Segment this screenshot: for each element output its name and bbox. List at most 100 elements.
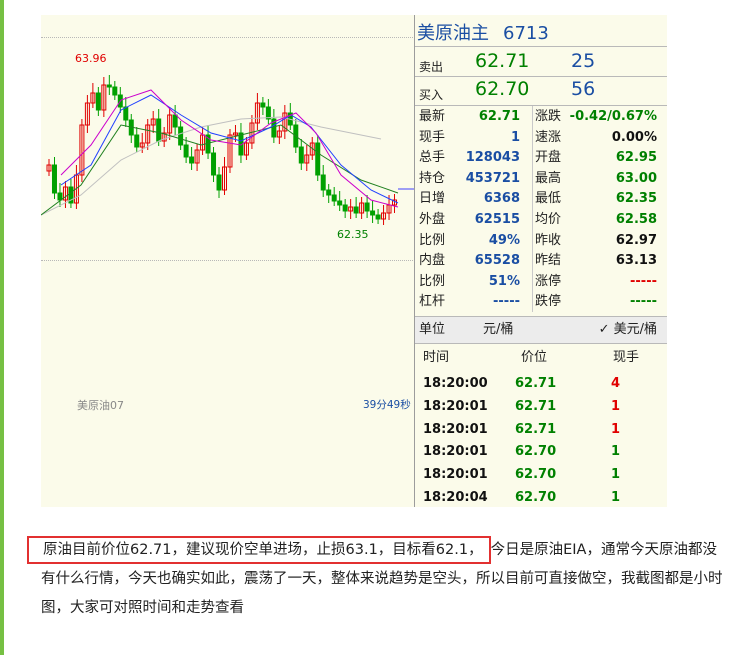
candle-body xyxy=(298,146,304,164)
buy-row[interactable]: 买入 62.70 56 xyxy=(415,77,667,103)
candle-body xyxy=(172,114,178,128)
candle-body xyxy=(342,204,348,212)
tick-header-qty: 现手 xyxy=(613,350,640,365)
candle-body xyxy=(326,189,332,196)
quote-stat-row: 杠杆 ----- 跌停 ----- xyxy=(415,291,667,313)
tick-time: 18:20:04 xyxy=(423,490,488,505)
candle-body xyxy=(178,126,184,146)
stat-value-right: ----- xyxy=(630,273,657,289)
grid-line xyxy=(41,260,415,261)
candle-body xyxy=(57,192,63,201)
stat-value: 128043 xyxy=(465,150,520,166)
candle-body xyxy=(353,206,359,214)
quote-stat-row: 现手 1 速涨 0.00% xyxy=(415,127,667,149)
stat-label: 最新 xyxy=(419,109,446,124)
candlestick-chart: 63.96 62.35 美原油07 39分49秒 xyxy=(41,15,415,435)
sell-label: 卖出 xyxy=(419,60,444,74)
instrument-code: 6713 xyxy=(503,23,549,44)
stat-value-right: 62.58 xyxy=(615,212,657,227)
candle-body xyxy=(123,106,129,121)
high-price-label: 63.96 xyxy=(75,52,107,65)
stat-label: 持仓 xyxy=(419,170,446,186)
tick-price: 62.70 xyxy=(515,490,557,505)
quote-panel: 美原油主 6713 卖出 62.71 25 买入 62.70 56 最新 62.71… xyxy=(415,15,667,507)
tick-header-time: 时间 xyxy=(423,350,450,365)
tick-row: 18:20:01 62.70 1 xyxy=(415,463,667,486)
stat-label-right: 速涨 xyxy=(535,129,562,145)
candle-body xyxy=(95,92,101,111)
tick-qty: 1 xyxy=(611,467,621,483)
stat-label-right: 开盘 xyxy=(535,150,562,166)
stat-value: 1 xyxy=(510,129,520,145)
tick-row: 18:20:01 62.70 1 xyxy=(415,440,667,463)
candle-body xyxy=(331,194,337,202)
candle-body xyxy=(320,174,326,191)
stat-value: 65528 xyxy=(474,253,520,269)
quote-stat-row: 内盘 65528 昨结 63.13 xyxy=(415,250,667,272)
stat-label-right: 最高 xyxy=(535,170,562,186)
tick-time: 18:20:01 xyxy=(423,444,488,460)
article-text: 原油目前价位62.71，建议现价空单进场，止损63.1，目标看62.1， 今日是原… xyxy=(27,536,731,623)
buy-volume: 56 xyxy=(571,78,596,100)
tick-price: 62.70 xyxy=(515,444,557,460)
stat-value: 62.71 xyxy=(478,109,520,124)
quote-title: 美原油主 6713 xyxy=(417,19,549,45)
tick-time: 18:20:01 xyxy=(423,467,488,483)
candle-body xyxy=(183,144,189,158)
candle-body xyxy=(375,214,381,220)
unit-label: 单位 xyxy=(419,322,446,337)
tick-price: 62.71 xyxy=(515,376,557,391)
stat-value-right: 62.97 xyxy=(615,232,657,248)
stat-label: 日增 xyxy=(419,191,446,207)
stat-value-right: -0.42/0.67% xyxy=(569,109,657,124)
instrument-name: 美原油主 xyxy=(417,23,489,44)
candle-body xyxy=(189,156,195,164)
tick-header: 时间 价位 现手 xyxy=(415,347,667,369)
stat-label: 比例 xyxy=(419,232,446,248)
buy-price: 62.70 xyxy=(475,78,530,100)
sell-price: 62.71 xyxy=(475,50,530,72)
stat-value-right: 0.00% xyxy=(611,129,657,145)
candle-body xyxy=(337,200,343,206)
tick-row: 18:20:00 62.71 4 xyxy=(415,372,667,395)
stat-label-right: 涨停 xyxy=(535,273,562,289)
buy-label: 买入 xyxy=(419,88,444,102)
low-price-label: 62.35 xyxy=(337,228,369,241)
trading-screenshot: 63.96 62.35 美原油07 39分49秒 美原油主 6713 卖出 62.… xyxy=(41,15,667,507)
unit-option-usd[interactable]: ✓ 美元/桶 xyxy=(599,317,657,343)
tick-price: 62.71 xyxy=(515,398,557,414)
quote-stat-row: 总手 128043 开盘 62.95 xyxy=(415,147,667,169)
candle-body xyxy=(370,210,376,216)
tick-time: 18:20:01 xyxy=(423,398,488,414)
tick-row: 18:20:04 62.70 1 xyxy=(415,486,667,507)
stat-label: 杠杆 xyxy=(419,294,446,310)
tick-qty: 1 xyxy=(611,490,621,505)
stat-label: 比例 xyxy=(419,273,446,289)
stat-label: 内盘 xyxy=(419,253,446,269)
candle-body xyxy=(211,152,217,176)
candle-body xyxy=(134,134,140,148)
sell-row[interactable]: 卖出 62.71 25 xyxy=(415,49,667,75)
tick-time: 18:20:01 xyxy=(423,421,488,437)
candle-body xyxy=(106,84,112,88)
candle-body xyxy=(260,102,266,108)
sell-volume: 25 xyxy=(571,50,596,72)
stat-label-right: 均价 xyxy=(535,212,562,227)
stat-value: 453721 xyxy=(465,170,520,186)
stat-label: 外盘 xyxy=(419,212,446,227)
candlestick-svg xyxy=(41,75,415,225)
stat-value-right: 63.00 xyxy=(615,170,657,186)
quote-stat-row: 比例 49% 昨收 62.97 xyxy=(415,230,667,252)
stat-label-right: 最低 xyxy=(535,191,562,207)
moving-average-line xyxy=(41,116,382,216)
stat-value-right: 62.95 xyxy=(615,150,657,166)
tick-qty: 4 xyxy=(611,376,621,391)
tick-price: 62.70 xyxy=(515,467,557,483)
candle-body xyxy=(112,86,118,96)
stat-value-right: 63.13 xyxy=(615,253,657,269)
candle-body xyxy=(364,202,370,212)
article-paragraph: 原油目前价位62.71，建议现价空单进场，止损63.1，目标看62.1， 今日是原… xyxy=(27,536,731,623)
stat-value-right: 62.35 xyxy=(615,191,657,207)
stat-value: 62515 xyxy=(474,212,520,227)
stat-label-right: 昨结 xyxy=(535,253,562,269)
